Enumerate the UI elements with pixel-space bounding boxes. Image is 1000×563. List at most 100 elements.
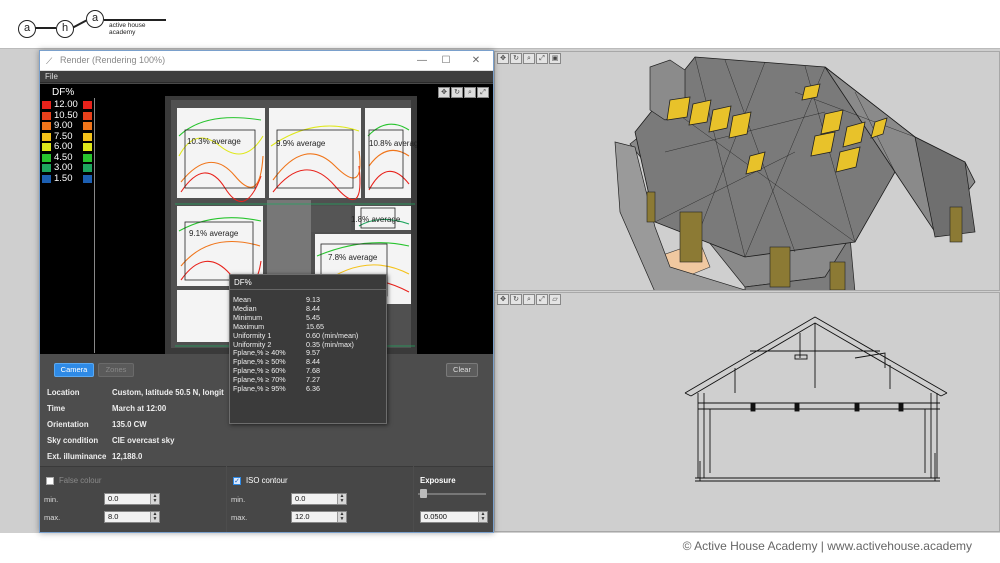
legend-swatch [83, 111, 92, 120]
stat-value: 15.65 [306, 321, 324, 331]
time-label: Time [47, 404, 66, 413]
legend-swatch [83, 122, 92, 130]
maximize-icon[interactable]: ☐ [436, 53, 456, 68]
location-value: Custom, latitude 50.5 N, longit [112, 388, 224, 397]
stat-label: Uniformity 1 [233, 330, 272, 340]
false-colour-checkbox[interactable] [46, 477, 54, 485]
popup-divider [230, 289, 386, 290]
legend-swatch [83, 164, 92, 172]
legend-label: 9.00 [54, 120, 73, 131]
legend-entry: 1.50 [40, 173, 100, 184]
df-statistics-popup: DF% Mean 9.13 Median 8.44 Minimum 5.45 Maximum… [229, 274, 387, 424]
false-colour-min-value: 0.0 [108, 494, 119, 503]
legend-swatch [42, 101, 51, 109]
legend-label: 7.50 [54, 130, 73, 142]
legend-entry: 9.00 [40, 121, 100, 131]
zones-button[interactable]: Zones [98, 363, 134, 377]
window-titlebar[interactable]: ⟋ Render (Rendering 100%) — ☐ ✕ [40, 51, 493, 71]
exposure-label: Exposure [420, 476, 456, 485]
zoom-tool-icon[interactable]: ⌕ [464, 87, 476, 98]
stat-row: Minimum 5.45 [233, 313, 383, 322]
legend-entry: 3.00 [40, 163, 100, 173]
stat-value: 9.57 [306, 348, 320, 358]
room-label: 10.3% average [187, 137, 241, 146]
viewport-3d[interactable]: ✥ ↻ ⌕ ⤢ ▣ [494, 51, 1000, 291]
camera-button[interactable]: Camera [54, 363, 94, 377]
stat-value: 7.68 [306, 366, 320, 376]
stat-row: Uniformity 2 0.35 (min/max) [233, 340, 383, 349]
ext-illuminance-value: 12,188.0 [112, 452, 143, 461]
stat-row: Median 8.44 [233, 304, 383, 313]
false-colour-min-input[interactable]: 0.0 ▲ ▼ [104, 493, 160, 505]
legend-label: 3.00 [54, 162, 73, 173]
legend-entry: 7.50 [40, 130, 100, 142]
stat-row: Fplane,% ≥ 50% 8.44 [233, 357, 383, 366]
legend-label: 10.50 [54, 109, 78, 121]
iso-contour-min-label: min. [231, 495, 246, 504]
pan-tool-icon[interactable]: ✥ [438, 87, 450, 98]
legend-label: 12.00 [54, 99, 78, 110]
iso-contour-checkbox[interactable]: ✓ [233, 477, 241, 485]
iso-contour-label: ISO contour [246, 476, 288, 485]
active-house-academy-logo: a h a active house academy [18, 10, 166, 46]
close-icon[interactable]: ✕ [466, 53, 486, 68]
stat-label: Mean [233, 295, 251, 304]
false-colour-max-input[interactable]: 8.0 ▲ ▼ [104, 511, 160, 523]
false-colour-min-label: min. [44, 495, 59, 504]
iso-contour-max-input[interactable]: 12.0 ▲ ▼ [291, 511, 347, 523]
screenshot-root: a h a active house academy ✥ ↻ ⌕ ⤢ ▣ ✥ ↻… [0, 0, 1000, 563]
spinner-icon[interactable]: ▲ ▼ [478, 512, 487, 522]
sky-condition-value: CIE overcast sky [112, 436, 175, 445]
legend-label: 6.00 [54, 141, 73, 152]
minimize-icon[interactable]: — [412, 53, 432, 68]
stat-label: Fplane,% ≥ 40% [233, 348, 286, 358]
clear-button[interactable]: Clear [446, 363, 478, 377]
rotate-tool-icon[interactable]: ↻ [451, 87, 463, 98]
legend-swatch [83, 143, 92, 151]
stat-value: 9.13 [306, 295, 320, 304]
fit-tool-icon[interactable]: ⤢ [477, 87, 489, 98]
popup-title: DF% [234, 278, 252, 287]
stat-value: 0.35 (min/max) [306, 339, 354, 349]
stat-row: Uniformity 1 0.60 (min/mean) [233, 331, 383, 340]
time-value: March at 12:00 [112, 404, 167, 413]
legend-swatch [83, 132, 92, 141]
spinner-icon[interactable]: ▲ ▼ [150, 494, 159, 504]
exposure-slider-thumb[interactable] [420, 489, 427, 498]
legend-label: 4.50 [54, 151, 73, 163]
exposure-input[interactable]: 0.0500 ▲ ▼ [420, 511, 488, 523]
exposure-slider-track[interactable] [418, 493, 486, 495]
menu-file[interactable]: File [45, 72, 58, 81]
spinner-icon[interactable]: ▲ ▼ [337, 512, 346, 522]
false-colour-max-label: max. [44, 513, 61, 522]
spinner-icon[interactable]: ▲ ▼ [337, 494, 346, 504]
logo-connector [104, 19, 166, 21]
stat-row: Fplane,% ≥ 60% 7.68 [233, 366, 383, 375]
stat-row: Fplane,% ≥ 95% 6.36 [233, 384, 383, 393]
legend-entry: 4.50 [40, 151, 100, 163]
stat-label: Fplane,% ≥ 95% [233, 384, 286, 393]
spinner-icon[interactable]: ▲ ▼ [150, 512, 159, 522]
ext-illuminance-label: Ext. illuminance [47, 452, 107, 461]
room-label: 7.8% average [328, 253, 378, 262]
false-colour-max-value: 8.0 [108, 512, 119, 521]
orientation-value: 135.0 CW [112, 420, 147, 429]
logo-text-line2: academy [109, 29, 136, 36]
iso-contour-group: ✓ ISO contour min. 0.0 ▲ ▼ max. 12.0 ▲ ▼ [227, 466, 413, 532]
copyright-footer: © Active House Academy | www.activehouse… [682, 539, 972, 553]
legend-swatch [42, 111, 51, 120]
stat-label: Minimum [233, 312, 263, 322]
legend-entry: 10.50 [40, 109, 100, 121]
stat-value: 0.60 (min/mean) [306, 330, 359, 340]
stat-value: 8.44 [306, 357, 320, 367]
menu-bar: File [40, 71, 493, 83]
legend-swatch [83, 153, 92, 162]
iso-contour-min-input[interactable]: 0.0 ▲ ▼ [291, 493, 347, 505]
legend-swatch [42, 164, 51, 172]
viewport-section[interactable]: ✥ ↻ ⌕ ⤢ ▱ [494, 292, 1000, 532]
legend-swatch [83, 101, 92, 109]
exposure-value: 0.0500 [424, 512, 447, 521]
iso-contour-max-value: 12.0 [295, 512, 310, 521]
legend-swatch [42, 143, 51, 151]
house-section-drawing [684, 316, 948, 482]
